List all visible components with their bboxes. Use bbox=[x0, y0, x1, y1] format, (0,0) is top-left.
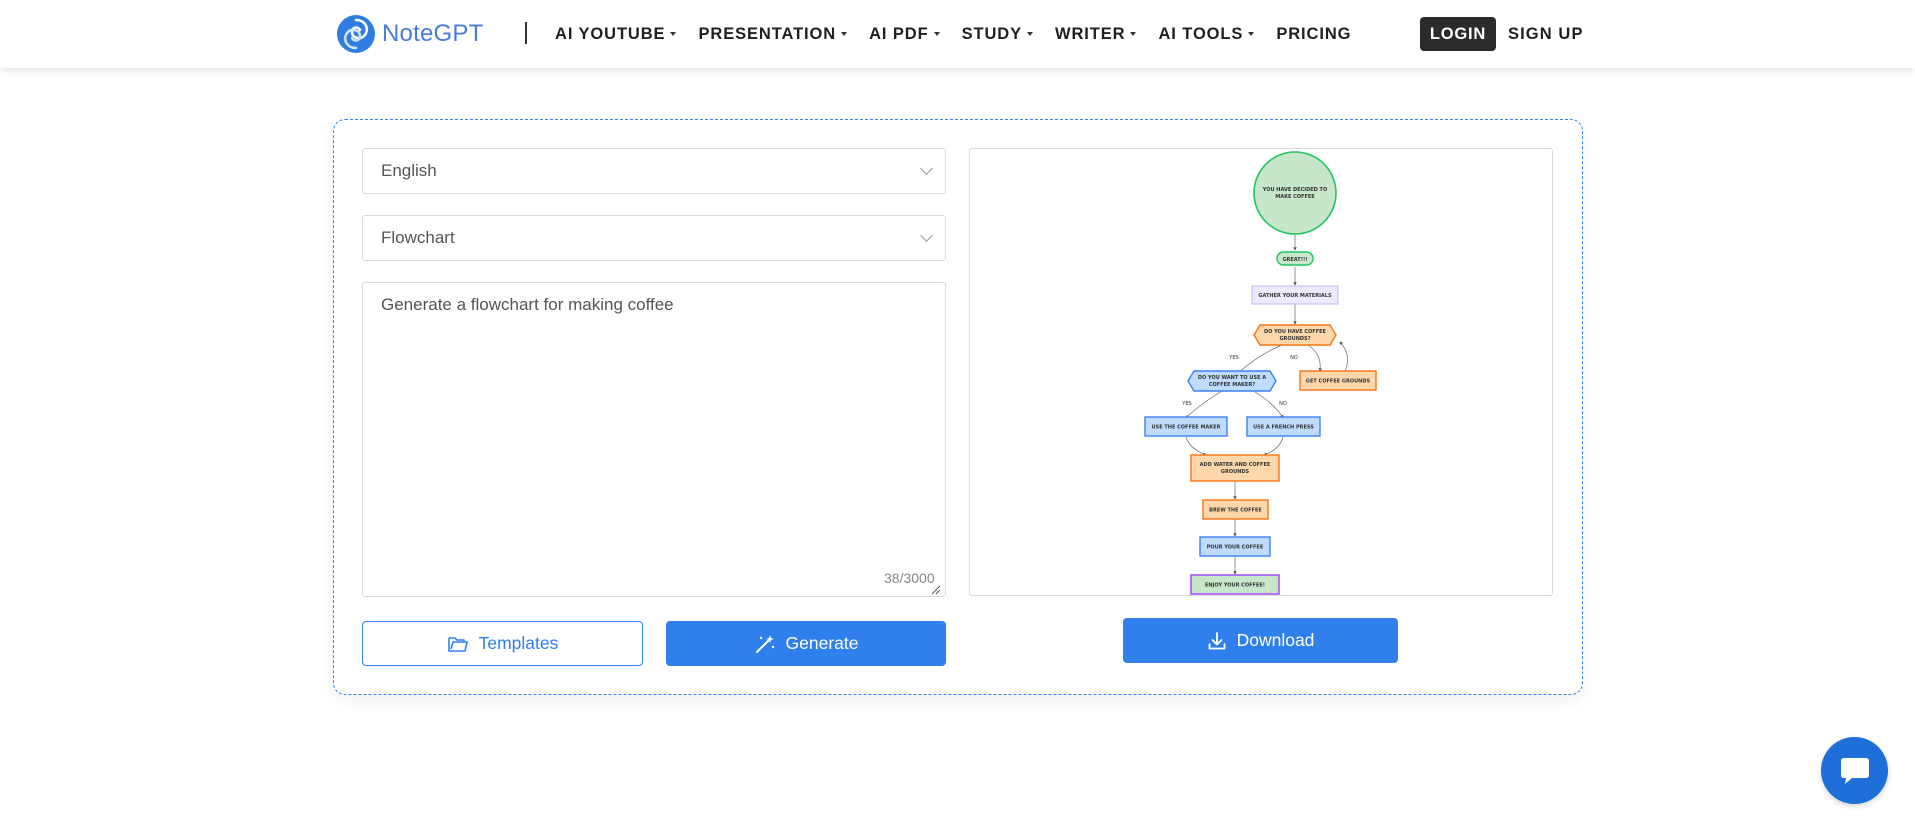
flow-no-label-2: NO bbox=[1279, 401, 1287, 407]
signup-button[interactable]: SIGN UP bbox=[1508, 17, 1584, 51]
flow-grounds-text-2: GROUNDS? bbox=[1279, 336, 1310, 342]
nav-label: PRICING bbox=[1276, 24, 1352, 43]
flow-maker-text: DO YOU WANT TO USE A bbox=[1198, 375, 1266, 381]
flow-maker-decision bbox=[1187, 370, 1277, 392]
flow-add-water-node bbox=[1190, 454, 1280, 482]
language-value: English bbox=[381, 161, 437, 180]
nav-label: AI TOOLS bbox=[1158, 24, 1244, 43]
logo-text: NoteGPT bbox=[382, 20, 484, 47]
flow-add-water-text-2: GROUNDS bbox=[1221, 469, 1250, 475]
nav-label: AI PDF bbox=[869, 24, 929, 43]
flow-get-grounds-text: GET COFFEE GROUNDS bbox=[1306, 379, 1371, 385]
nav-pricing[interactable]: PRICING bbox=[1276, 25, 1351, 44]
flow-gather-text: GATHER YOUR MATERIALS bbox=[1258, 293, 1332, 299]
caret-down-icon bbox=[933, 32, 940, 36]
flow-grounds-decision bbox=[1253, 324, 1337, 346]
header-divider bbox=[525, 22, 527, 44]
nav-study[interactable]: STUDY bbox=[962, 25, 1033, 44]
nav-ai-pdf[interactable]: AI PDF bbox=[869, 24, 940, 44]
login-button[interactable]: LOGIN bbox=[1420, 17, 1496, 51]
flow-start-text-2: MAKE COFFEE bbox=[1275, 194, 1315, 200]
diagram-type-select[interactable]: Flowchart bbox=[362, 215, 946, 261]
language-select[interactable]: English bbox=[362, 148, 946, 194]
templates-label: Templates bbox=[478, 633, 559, 653]
flow-yes-label-2: YES bbox=[1181, 401, 1191, 407]
download-button[interactable]: Download bbox=[1123, 618, 1398, 663]
caret-down-icon bbox=[670, 32, 677, 36]
logo[interactable]: NoteGPT bbox=[336, 14, 483, 54]
flowchart-diagram: YOU HAVE DECIDED TO MAKE COFFEE GREAT!!!… bbox=[1144, 151, 1377, 595]
flow-pour-text: POUR YOUR COFFEE bbox=[1207, 545, 1264, 551]
download-label: Download bbox=[1236, 630, 1315, 650]
chevron-down-icon bbox=[920, 229, 933, 242]
caret-down-icon bbox=[1130, 32, 1137, 36]
caret-down-icon bbox=[1248, 32, 1255, 36]
templates-button[interactable]: Templates bbox=[362, 621, 643, 666]
nav-label: STUDY bbox=[961, 24, 1022, 43]
flowchart-preview: YOU HAVE DECIDED TO MAKE COFFEE GREAT!!!… bbox=[969, 148, 1553, 596]
flow-start-node bbox=[1253, 151, 1337, 235]
nav-label: PRESENTATION bbox=[698, 24, 837, 43]
nav-ai-youtube[interactable]: AI YOUTUBE bbox=[555, 24, 677, 44]
flow-add-water-text: ADD WATER AND COFFEE bbox=[1200, 462, 1271, 468]
flow-grounds-text: DO YOU HAVE COFFEE bbox=[1264, 329, 1327, 335]
flow-maker-text-2: COFFEE MAKER? bbox=[1209, 382, 1255, 388]
caret-down-icon bbox=[841, 32, 848, 36]
resize-handle-icon[interactable] bbox=[931, 585, 941, 595]
notegpt-logo-icon bbox=[337, 15, 375, 53]
prompt-textarea[interactable]: Generate a flowchart for making coffee bbox=[362, 282, 946, 597]
flow-yes-label-1: YES bbox=[1228, 355, 1238, 361]
top-navbar: NoteGPT AI YOUTUBE PRESENTATION AI PDF S… bbox=[0, 0, 1915, 68]
chat-bubble-icon bbox=[1840, 757, 1869, 784]
download-icon bbox=[1208, 631, 1225, 649]
folder-open-icon bbox=[447, 636, 468, 652]
generate-button[interactable]: Generate bbox=[666, 621, 946, 666]
caret-down-icon bbox=[1027, 32, 1033, 36]
char-count: 38/3000 bbox=[884, 570, 935, 586]
flow-start-text: YOU HAVE DECIDED TO bbox=[1262, 187, 1327, 193]
nav-label: WRITER bbox=[1055, 24, 1126, 43]
flow-brew-text: BREW THE COFFEE bbox=[1209, 508, 1262, 514]
chevron-down-icon bbox=[920, 162, 933, 175]
flow-enjoy-text: ENJOY YOUR COFFEE! bbox=[1205, 583, 1265, 589]
nav-presentation[interactable]: PRESENTATION bbox=[698, 24, 848, 44]
diagram-type-value: Flowchart bbox=[381, 228, 455, 247]
nav-ai-tools[interactable]: AI TOOLS bbox=[1158, 24, 1255, 44]
nav-writer[interactable]: WRITER bbox=[1055, 24, 1137, 44]
flow-no-label-1: NO bbox=[1290, 355, 1298, 361]
magic-wand-icon bbox=[755, 634, 774, 653]
flow-use-maker-text: USE THE COFFEE MAKER bbox=[1152, 425, 1221, 431]
generate-label: Generate bbox=[785, 633, 859, 653]
flow-use-press-text: USE A FRENCH PRESS bbox=[1253, 425, 1314, 431]
flow-great-text: GREAT!!! bbox=[1282, 257, 1307, 263]
chat-widget-button[interactable] bbox=[1821, 737, 1888, 804]
nav-label: AI YOUTUBE bbox=[555, 24, 666, 43]
main-nav: AI YOUTUBE PRESENTATION AI PDF STUDY WRI… bbox=[555, 0, 1373, 68]
prompt-text: Generate a flowchart for making coffee bbox=[381, 295, 674, 314]
